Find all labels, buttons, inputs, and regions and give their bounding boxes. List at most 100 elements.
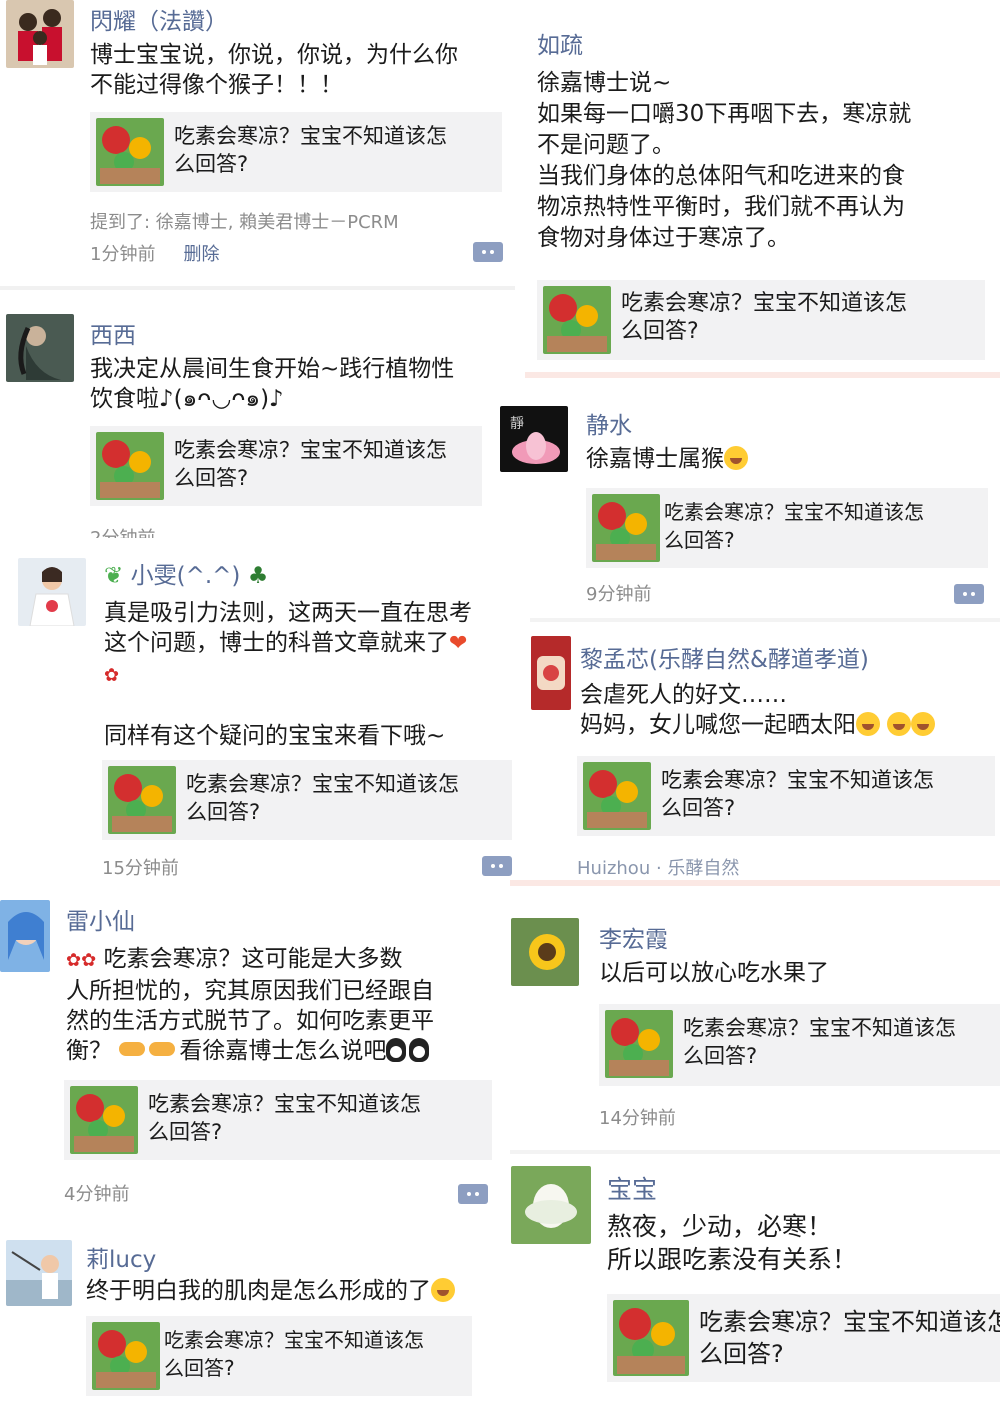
article-card-title-line: 吃素会寒凉？宝宝不知道该怎 <box>699 1308 1000 1336</box>
avatar[interactable] <box>511 918 579 986</box>
article-card-title-line: 么回答? <box>621 319 699 344</box>
post-text-line: 所以跟吃素没有关系！ <box>607 1245 858 1274</box>
post-text-line: 以后可以放心吃水果了 <box>599 960 829 986</box>
post-text-segment: 看徐嘉博士怎么说吧 <box>179 1038 387 1064</box>
post-rushu: 如疏 徐嘉博士说~ 如果每一口嚼30下再咽下去，寒凉就 不是问题了。 当我们身体… <box>525 0 1000 372</box>
username[interactable]: 如疏 <box>537 26 583 60</box>
article-card-title-line: 吃素会寒凉？宝宝不知道该怎 <box>661 768 934 792</box>
article-card-title: 吃素会寒凉？宝宝不知道该怎 么回答? <box>664 498 980 554</box>
article-card[interactable]: 吃素会寒凉？宝宝不知道该怎 么回答? <box>64 1080 492 1160</box>
article-card[interactable]: 吃素会寒凉？宝宝不知道该怎 么回答? <box>102 760 512 840</box>
post-text-segment: 妈妈，女儿喊您一起晒太阳 <box>580 712 856 738</box>
delete-link[interactable]: 删除 <box>183 244 219 265</box>
article-card-title: 吃素会寒凉？宝宝不知道该怎 么回答? <box>699 1306 1000 1370</box>
post-limengxin: 黎孟芯(乐酵自然&酵道孝道) 会虐死人的好文…… 妈妈，女儿喊您一起晒太阳 吃素… <box>525 624 1000 880</box>
post-text-segment: 徐嘉博士属猴 <box>586 446 724 472</box>
username[interactable]: 雷小仙 <box>66 902 135 936</box>
comment-icon[interactable] <box>473 242 503 262</box>
post-meta: 1分钟前 删除 <box>90 240 219 266</box>
smile-emoji-icon <box>724 446 748 470</box>
post-text: 徐嘉博士属猴 <box>586 444 986 474</box>
article-card[interactable]: 吃素会寒凉？宝宝不知道该怎 么回答? <box>86 1316 472 1396</box>
post-text-line: 徐嘉博士属猴 <box>586 444 986 474</box>
article-card[interactable]: 吃素会寒凉？宝宝不知道该怎 么回答? <box>607 1294 1000 1382</box>
avatar[interactable] <box>511 1166 591 1244</box>
post-text-segment: 衡？ <box>66 1038 112 1064</box>
grin-emoji-icon <box>431 1278 455 1302</box>
post-text-line: 我决定从晨间生食开始~践行植物性 <box>90 356 455 382</box>
post-time: 4分钟前 <box>64 1184 130 1205</box>
post-lilucy: 莉lucy 终于明白我的肌肉是怎么形成的了 吃素会寒凉？宝宝不知道该怎 么回答? <box>0 1226 515 1401</box>
article-card-title: 吃素会寒凉？宝宝不知道该怎 么回答? <box>186 770 502 826</box>
avatar[interactable] <box>18 558 86 626</box>
avatar-bride-photo <box>18 558 86 626</box>
avatar-beach-photo <box>6 1240 72 1306</box>
location-link[interactable]: Huizhou · 乐酵自然 <box>577 854 739 880</box>
article-card[interactable]: 吃素会寒凉？宝宝不知道该怎 么回答? <box>537 280 985 360</box>
post-text: 博士宝宝说，你说，你说，为什么你 不能过得像个猴子！！！ <box>90 40 510 100</box>
post-jingshui: 靜 静水 徐嘉博士属猴 吃素会寒凉？宝宝不知道该怎 么回答? 9分钟前 <box>500 380 1000 616</box>
comment-icon[interactable] <box>458 1184 488 1204</box>
vegetable-basket-thumbnail <box>605 1010 673 1078</box>
vegetable-basket-thumbnail <box>70 1086 138 1154</box>
post-xiaowen: ❦ 小雯(^.^) ♣ 真是吸引力法则，这两天一直在思考 这个问题，博士的科普文… <box>0 540 515 890</box>
post-text-line: 人所担忧的，究其原因我们已经跟自 <box>66 978 434 1004</box>
penguin-icon <box>409 1038 430 1062</box>
avatar-lotus-flower-photo <box>511 1166 591 1244</box>
avatar-blue-hair-girl <box>0 900 50 972</box>
pointing-hand-icon <box>119 1042 146 1056</box>
avatar[interactable] <box>6 0 74 68</box>
post-text-line: 这个问题，博士的科普文章就来了❤ <box>104 628 512 659</box>
comment-icon[interactable] <box>482 856 512 876</box>
separator <box>530 618 1000 622</box>
username[interactable]: 静水 <box>586 406 632 440</box>
article-card[interactable]: 吃素会寒凉？宝宝不知道该怎 么回答? <box>577 756 995 836</box>
separator <box>525 372 1000 378</box>
username[interactable]: 宝宝 <box>607 1170 657 1206</box>
post-text-line: 不是问题了。 <box>537 132 675 158</box>
post-text: 熬夜，少动，必寒！ 所以跟吃素没有关系！ <box>607 1210 997 1276</box>
username[interactable]: ❦ 小雯(^.^) ♣ <box>104 556 268 590</box>
article-card[interactable]: 吃素会寒凉？宝宝不知道该怎 么回答? <box>599 1004 1000 1086</box>
avatar[interactable] <box>6 314 74 382</box>
post-text-segment: 终于明白我的肌肉是怎么形成的了 <box>86 1278 431 1304</box>
post-text-line: 然的生活方式脱节了。如何吃素更平 <box>66 1008 434 1034</box>
post-text-line: ✿✿ 吃素会寒凉？这可能是大多数 <box>66 944 511 976</box>
rose-icon: ✿ <box>81 950 97 971</box>
article-card-title: 吃素会寒凉？宝宝不知道该怎 么回答? <box>683 1014 1000 1070</box>
post-baobao: 宝宝 熬夜，少动，必寒！ 所以跟吃素没有关系！ 吃素会寒凉？宝宝不知道该怎 么回… <box>505 1156 1000 1401</box>
comment-icon[interactable] <box>954 584 984 604</box>
username[interactable]: 閃耀（法讚） <box>90 2 228 36</box>
article-card[interactable]: 吃素会寒凉？宝宝不知道该怎 么回答? <box>90 112 502 192</box>
article-card-title-line: 么回答? <box>664 528 735 552</box>
username[interactable]: 西西 <box>90 316 136 350</box>
post-text-line: 如果每一口嚼30下再咽下去，寒凉就 <box>537 101 912 127</box>
post-text: 会虐死人的好文…… 妈妈，女儿喊您一起晒太阳 <box>580 680 1000 740</box>
article-card-title-line: 么回答? <box>186 800 261 824</box>
username[interactable]: 李宏霞 <box>599 920 668 954</box>
post-text-line: 当我们身体的总体阳气和吃进来的食 <box>537 163 905 189</box>
article-card-title: 吃素会寒凉？宝宝不知道该怎 么回答? <box>174 436 474 492</box>
article-card-title: 吃素会寒凉？宝宝不知道该怎 么回答? <box>148 1090 478 1146</box>
post-text: 徐嘉博士说~ 如果每一口嚼30下再咽下去，寒凉就 不是问题了。 当我们身体的总体… <box>537 68 997 254</box>
article-card[interactable]: 吃素会寒凉？宝宝不知道该怎 么回答? <box>90 426 482 506</box>
post-text: 以后可以放心吃水果了 <box>599 958 999 988</box>
mention-line: 提到了: 徐嘉博士, 賴美君博士－PCRM <box>90 212 399 233</box>
post-shanyao: 閃耀（法讚） 博士宝宝说，你说，你说，为什么你 不能过得像个猴子！！！ 吃素会寒… <box>0 0 515 288</box>
post-text: ✿✿ 吃素会寒凉？这可能是大多数 人所担忧的，究其原因我们已经跟自 然的生活方式… <box>66 944 511 1066</box>
avatar[interactable] <box>531 636 571 710</box>
vegetable-basket-thumbnail <box>108 766 176 834</box>
username[interactable]: 黎孟芯(乐酵自然&酵道孝道) <box>580 640 869 674</box>
avatar[interactable]: 靜 <box>500 406 568 472</box>
vegetable-basket-thumbnail <box>96 118 164 186</box>
article-card[interactable]: 吃素会寒凉？宝宝不知道该怎 么回答? <box>586 488 988 568</box>
avatar[interactable] <box>6 1240 72 1306</box>
pointing-hand-icon <box>149 1042 176 1056</box>
rose-icon: ✿ <box>104 665 120 686</box>
avatar[interactable] <box>0 900 50 972</box>
article-card-title: 吃素会寒凉？宝宝不知道该怎 么回答? <box>164 1326 464 1382</box>
article-card-title-line: 么回答? <box>699 1340 784 1368</box>
post-text-segment: 这个问题，博士的科普文章就来了 <box>104 630 449 656</box>
article-card-title: 吃素会寒凉？宝宝不知道该怎 么回答? <box>661 766 987 822</box>
username[interactable]: 莉lucy <box>86 1240 156 1274</box>
